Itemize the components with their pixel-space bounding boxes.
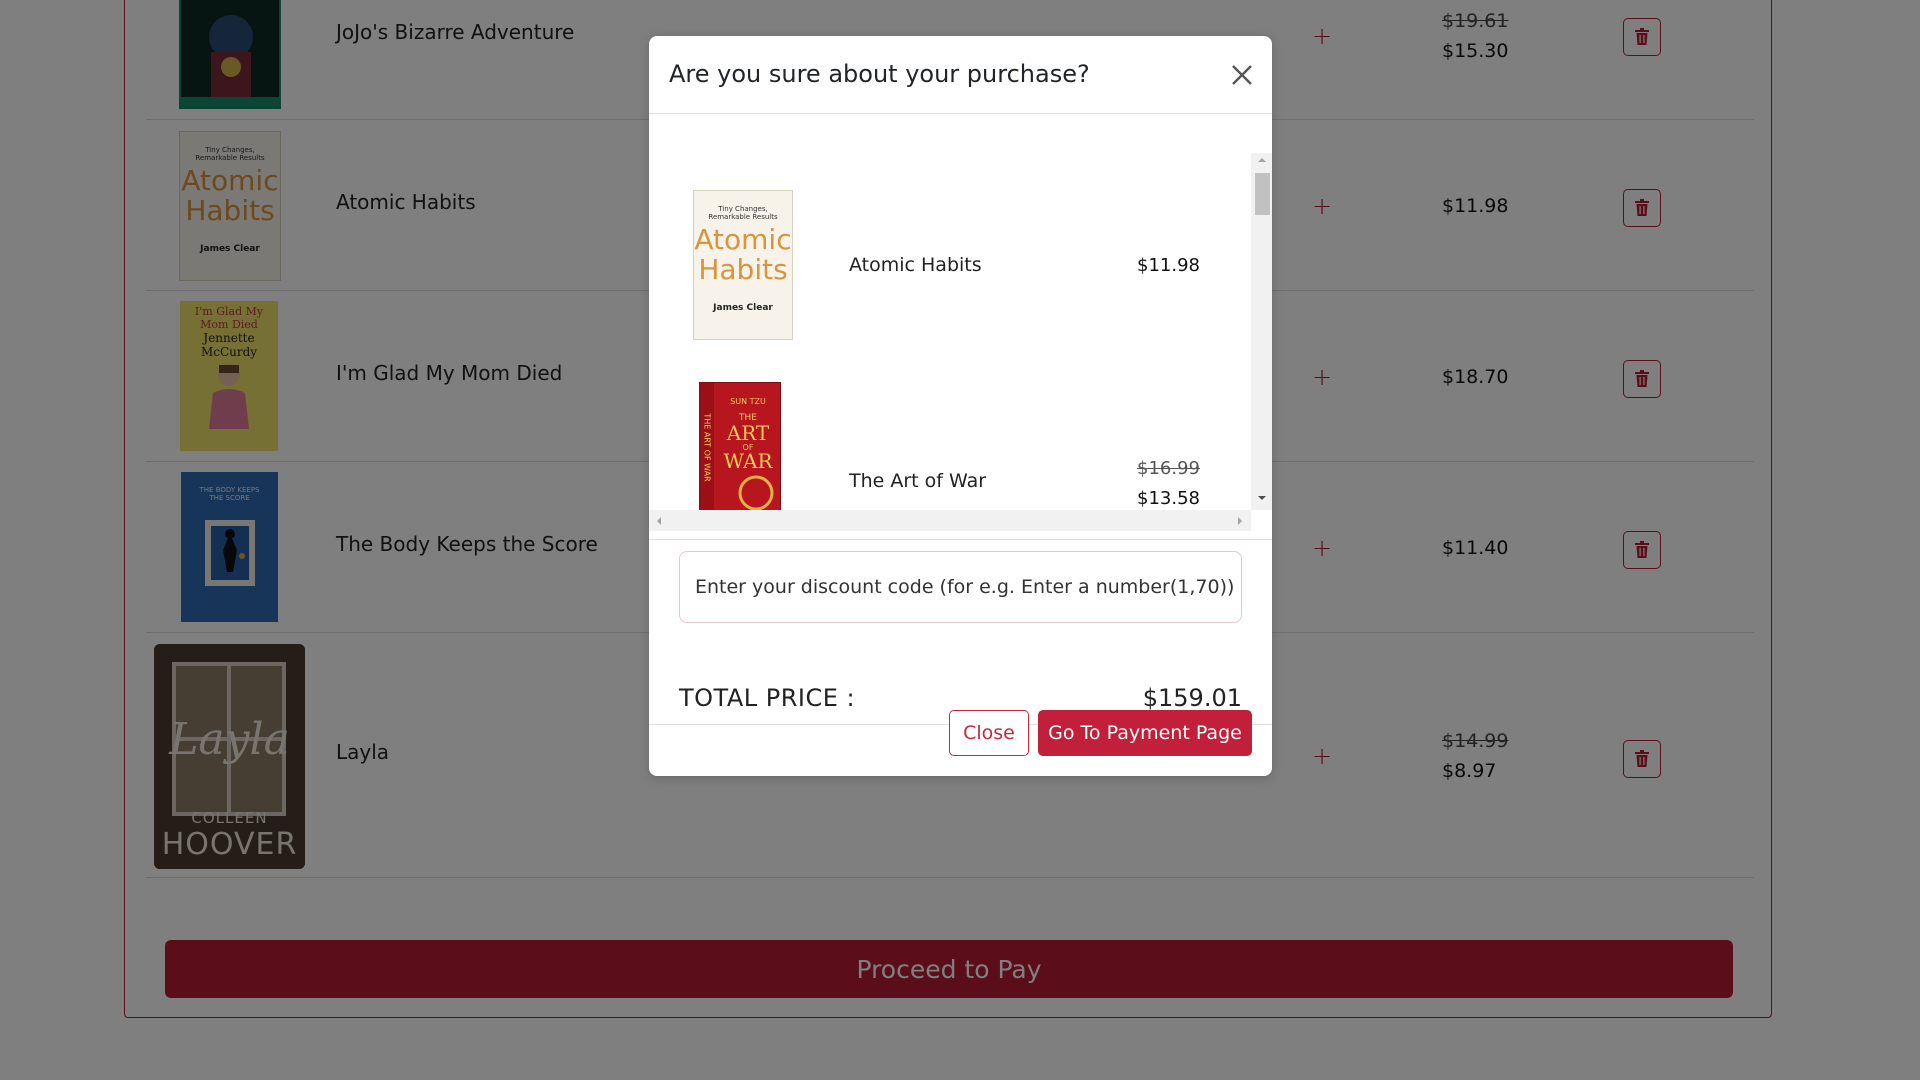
cover-text: WAR	[723, 449, 773, 473]
cart-page: JoJo's Bizarre Adventure + $19.61 $15.30…	[0, 0, 1920, 1080]
cover-spine-text: THE ART OF WAR	[702, 413, 712, 482]
modal-book-cover-art-of-war: SUN TZU THE ART OF WAR THE ART OF WAR	[699, 382, 781, 522]
scroll-up-icon[interactable]	[1256, 156, 1268, 164]
scroll-down-icon[interactable]	[1256, 494, 1268, 502]
modal-item-price: $13.58	[1137, 488, 1200, 509]
discount-code-input[interactable]	[679, 551, 1242, 623]
total-price-label: TOTAL PRICE :	[679, 684, 856, 712]
cover-text: James Clear	[713, 303, 773, 313]
cover-text: Habits	[698, 253, 788, 286]
cover-text: SUN TZU	[730, 397, 766, 406]
divider	[649, 539, 1272, 540]
total-price-value: $159.01	[1142, 684, 1242, 712]
modal-book-cover-atomic-habits: Tiny Changes, Remarkable Results Atomic …	[693, 190, 793, 340]
cover-text: Atomic	[694, 223, 792, 256]
cover-text: Tiny Changes,	[718, 205, 768, 213]
modal-item-list[interactable]: Tiny Changes, Remarkable Results Atomic …	[649, 114, 1272, 531]
modal-item-old-price: $16.99	[1137, 458, 1200, 479]
modal-close-text-button[interactable]: Close	[949, 710, 1029, 756]
modal-item-price: $11.98	[1137, 255, 1200, 276]
scroll-left-icon[interactable]	[655, 515, 663, 527]
modal-item-title: The Art of War	[849, 470, 987, 492]
scroll-right-icon[interactable]	[1236, 515, 1244, 527]
cover-text: Remarkable Results	[708, 213, 778, 221]
modal-item-title: Atomic Habits	[849, 254, 982, 276]
scrollbar-thumb[interactable]	[1255, 173, 1270, 215]
purchase-confirmation-modal: Are you sure about your purchase? Tiny C…	[649, 36, 1272, 776]
cover-text: ART	[726, 421, 770, 445]
modal-body: Tiny Changes, Remarkable Results Atomic …	[649, 36, 1272, 724]
go-to-payment-button[interactable]: Go To Payment Page	[1038, 710, 1252, 756]
horizontal-scrollbar[interactable]	[649, 510, 1251, 531]
